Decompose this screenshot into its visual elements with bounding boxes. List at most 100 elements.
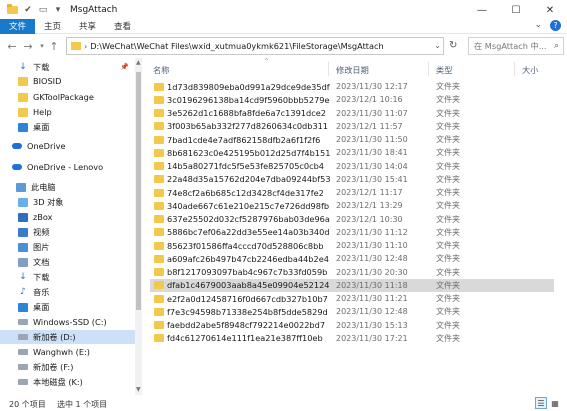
sidebar-item-this-pc[interactable]: 此电脑 xyxy=(16,180,146,194)
table-row[interactable]: 3f003b65ab332f277d8260634c0db311 2023/12/… xyxy=(150,120,554,133)
search-input[interactable]: 在 MsgAttach 中... ⌕ xyxy=(468,37,564,55)
column-divider[interactable] xyxy=(428,62,429,76)
table-row[interactable]: e2f2a0d12458716f0d667cdb327b10b7 2023/11/… xyxy=(150,292,554,305)
file-name[interactable]: 340ade667c61e210e215c7e726dd98fb xyxy=(167,201,329,211)
sidebar-item-label: BIOSID xyxy=(33,76,62,86)
refresh-icon[interactable]: ↻ xyxy=(449,40,457,51)
file-name[interactable]: 3c0196296138ba14cd9f5960bbb5279e xyxy=(167,95,330,105)
zbox-icon xyxy=(18,212,28,222)
close-button[interactable]: ✕ xyxy=(533,0,567,20)
table-row[interactable]: 22a48d35a15762d204e7dba09244bf53 2023/11/… xyxy=(150,173,554,186)
sidebar-item-desktop-quick[interactable]: 桌面 xyxy=(18,120,148,134)
table-row[interactable]: a609afc26b497b47cb2246edba44b2e4 2023/11/… xyxy=(150,252,554,265)
address-bar[interactable]: › D:\WeChat\WeChat Files\wxid_xutmua0ykm… xyxy=(66,37,444,55)
table-row[interactable]: b8f1217093097bab4c967c7b33fd059b 2023/11/… xyxy=(150,266,554,279)
column-name[interactable]: 名称 xyxy=(153,64,169,76)
expand-ribbon-icon[interactable]: ⌄ xyxy=(534,20,542,31)
file-name[interactable]: 3f003b65ab332f277d8260634c0db311 xyxy=(167,121,328,131)
new-folder-icon[interactable]: ▭ xyxy=(37,4,49,16)
column-date[interactable]: 修改日期 xyxy=(336,64,369,76)
scroll-down-icon[interactable]: ▼ xyxy=(136,386,141,393)
folder-icon xyxy=(154,109,164,117)
file-name[interactable]: 14b5a80271fdc5f5e53fe825705c0cb4 xyxy=(167,161,324,171)
search-icon: ⌕ xyxy=(553,41,559,51)
column-divider[interactable] xyxy=(514,62,515,76)
table-row[interactable]: 3e5262d1c1688bfa8fde6a7c1391dce2 2023/11/… xyxy=(150,107,554,120)
table-row[interactable]: dfab1c4679003aab8a45e09904e52124 2023/11/… xyxy=(150,278,554,292)
details-view-icon[interactable]: ☰ xyxy=(535,397,547,409)
sort-ascending-icon: ^ xyxy=(264,58,270,65)
table-row[interactable]: faebdd2abe5f8948cf792214e0022bd7 2023/11/… xyxy=(150,319,554,332)
table-row[interactable]: 85623f01586ffa4cccd70d528806c8bb 2023/11/… xyxy=(150,239,554,252)
table-row[interactable]: 637e25502d032cf5287976bab03de96a 2023/12/… xyxy=(150,213,554,226)
column-type[interactable]: 类型 xyxy=(436,64,452,76)
sidebar-item-onedrive-lenovo[interactable]: OneDrive - Lenovo xyxy=(12,160,142,174)
sidebar-item-drive-k[interactable]: 本地磁盘 (K:) xyxy=(18,375,148,389)
tab-share[interactable]: 共享 xyxy=(70,19,105,34)
file-name[interactable]: 74e8cf2a6b685c12d3428cf4de317fe2 xyxy=(167,188,324,198)
navigation-pane: ↓ 下载 📌 BIOSID GKToolPackage Help 桌面 OneD… xyxy=(0,58,135,395)
file-name[interactable]: e2f2a0d12458716f0d667cdb327b10b7 xyxy=(167,294,328,304)
file-name[interactable]: 85623f01586ffa4cccd70d528806c8bb xyxy=(167,241,324,251)
file-name[interactable]: 1d73d839809eba0d991a29dce9de35df xyxy=(167,82,330,92)
sidebar-item-onedrive[interactable]: OneDrive xyxy=(12,139,142,153)
sidebar-scrollbar-thumb[interactable] xyxy=(136,72,141,310)
file-type: 文件夹 xyxy=(436,267,460,277)
sidebar-item-videos[interactable]: 视频 xyxy=(18,225,148,239)
file-name[interactable]: a609afc26b497b47cb2246edba44b2e4 xyxy=(167,254,329,264)
back-arrow-icon[interactable]: ← xyxy=(4,38,20,54)
large-icons-view-icon[interactable]: ▦ xyxy=(549,397,561,409)
column-divider[interactable] xyxy=(328,62,329,76)
table-row[interactable]: 74e8cf2a6b685c12d3428cf4de317fe2 2023/12/… xyxy=(150,186,554,199)
file-name[interactable]: 3e5262d1c1688bfa8fde6a7c1391dce2 xyxy=(167,108,326,118)
tab-home[interactable]: 主页 xyxy=(35,19,70,34)
minimize-button[interactable]: — xyxy=(465,0,499,20)
table-row[interactable]: 1d73d839809eba0d991a29dce9de35df 2023/11/… xyxy=(150,80,554,93)
file-name[interactable]: 5886bc7ef06a22dd3e55ee14a03b340d xyxy=(167,227,330,237)
tab-file[interactable]: 文件 xyxy=(0,18,36,34)
maximize-button[interactable]: ☐ xyxy=(499,0,533,20)
table-row[interactable]: 7bad1cde4e7adf862158dfb2a6f1f2f6 2023/11/… xyxy=(150,133,554,146)
scroll-up-icon[interactable]: ▲ xyxy=(136,59,141,66)
sidebar-item-gktoolpackage[interactable]: GKToolPackage xyxy=(18,90,148,104)
sidebar-item-3d-objects[interactable]: 3D 对象 xyxy=(18,195,148,209)
table-row[interactable]: 14b5a80271fdc5f5e53fe825705c0cb4 2023/11/… xyxy=(150,160,554,173)
file-name[interactable]: b8f1217093097bab4c967c7b33fd059b xyxy=(167,267,327,277)
sidebar-item-drive-c[interactable]: Windows-SSD (C:) xyxy=(18,315,148,329)
chevron-down-icon[interactable]: ⌄ xyxy=(434,41,441,50)
tab-view[interactable]: 查看 xyxy=(105,19,140,34)
sidebar-item-pictures[interactable]: 图片 xyxy=(18,240,148,254)
file-name[interactable]: 22a48d35a15762d204e7dba09244bf53 xyxy=(167,174,331,184)
file-name[interactable]: faebdd2abe5f8948cf792214e0022bd7 xyxy=(167,320,325,330)
help-icon[interactable]: ? xyxy=(550,20,561,31)
sidebar-item-help[interactable]: Help xyxy=(18,105,148,119)
table-row[interactable]: 8b681623c0e425195b012d25d7f4b151 2023/11/… xyxy=(150,146,554,159)
address-path[interactable]: D:\WeChat\WeChat Files\wxid_xutmua0ykmk6… xyxy=(90,41,384,51)
sidebar-item-downloads[interactable]: ↓ 下载 xyxy=(18,270,148,284)
table-row[interactable]: fd4c61270614e111f1ea21e387ff10eb 2023/11/… xyxy=(150,332,554,345)
sidebar-item-documents[interactable]: 文档 xyxy=(18,255,148,269)
file-date: 2023/11/30 11:50 xyxy=(336,135,408,144)
sidebar-item-drive-e[interactable]: Wanghwh (E:) xyxy=(18,345,148,359)
sidebar-item-drive-d[interactable]: 新加卷 (D:) xyxy=(0,330,135,344)
table-row[interactable]: f7e3c94598b71338e254b8f5dde5829d 2023/11/… xyxy=(150,305,554,318)
file-name[interactable]: f7e3c94598b71338e254b8f5dde5829d xyxy=(167,307,328,317)
file-name[interactable]: 7bad1cde4e7adf862158dfb2a6f1f2f6 xyxy=(167,135,320,145)
table-row[interactable]: 3c0196296138ba14cd9f5960bbb5279e 2023/12/… xyxy=(150,93,554,106)
table-row[interactable]: 5886bc7ef06a22dd3e55ee14a03b340d 2023/11/… xyxy=(150,226,554,239)
column-size[interactable]: 大小 xyxy=(522,64,538,76)
sidebar-item-drive-f[interactable]: 新加卷 (F:) xyxy=(18,360,148,374)
properties-icon[interactable]: ✔ xyxy=(22,4,34,16)
up-arrow-icon[interactable]: ↑ xyxy=(46,38,62,54)
file-name[interactable]: dfab1c4679003aab8a45e09904e52124 xyxy=(167,280,330,290)
sidebar-item-desktop[interactable]: 桌面 xyxy=(18,300,148,314)
file-name[interactable]: fd4c61270614e111f1ea21e387ff10eb xyxy=(167,333,323,343)
customize-toolbar-icon[interactable]: ▾ xyxy=(52,4,64,16)
sidebar-item-biosid[interactable]: BIOSID xyxy=(18,74,148,88)
chevron-right-icon[interactable]: › xyxy=(84,42,87,51)
file-name[interactable]: 637e25502d032cf5287976bab03de96a xyxy=(167,214,330,224)
table-row[interactable]: 340ade667c61e210e215c7e726dd98fb 2023/12/… xyxy=(150,199,554,212)
file-name[interactable]: 8b681623c0e425195b012d25d7f4b151 xyxy=(167,148,330,158)
sidebar-item-zbox[interactable]: zBox xyxy=(18,210,148,224)
sidebar-item-music[interactable]: ♪ 音乐 xyxy=(18,285,148,299)
